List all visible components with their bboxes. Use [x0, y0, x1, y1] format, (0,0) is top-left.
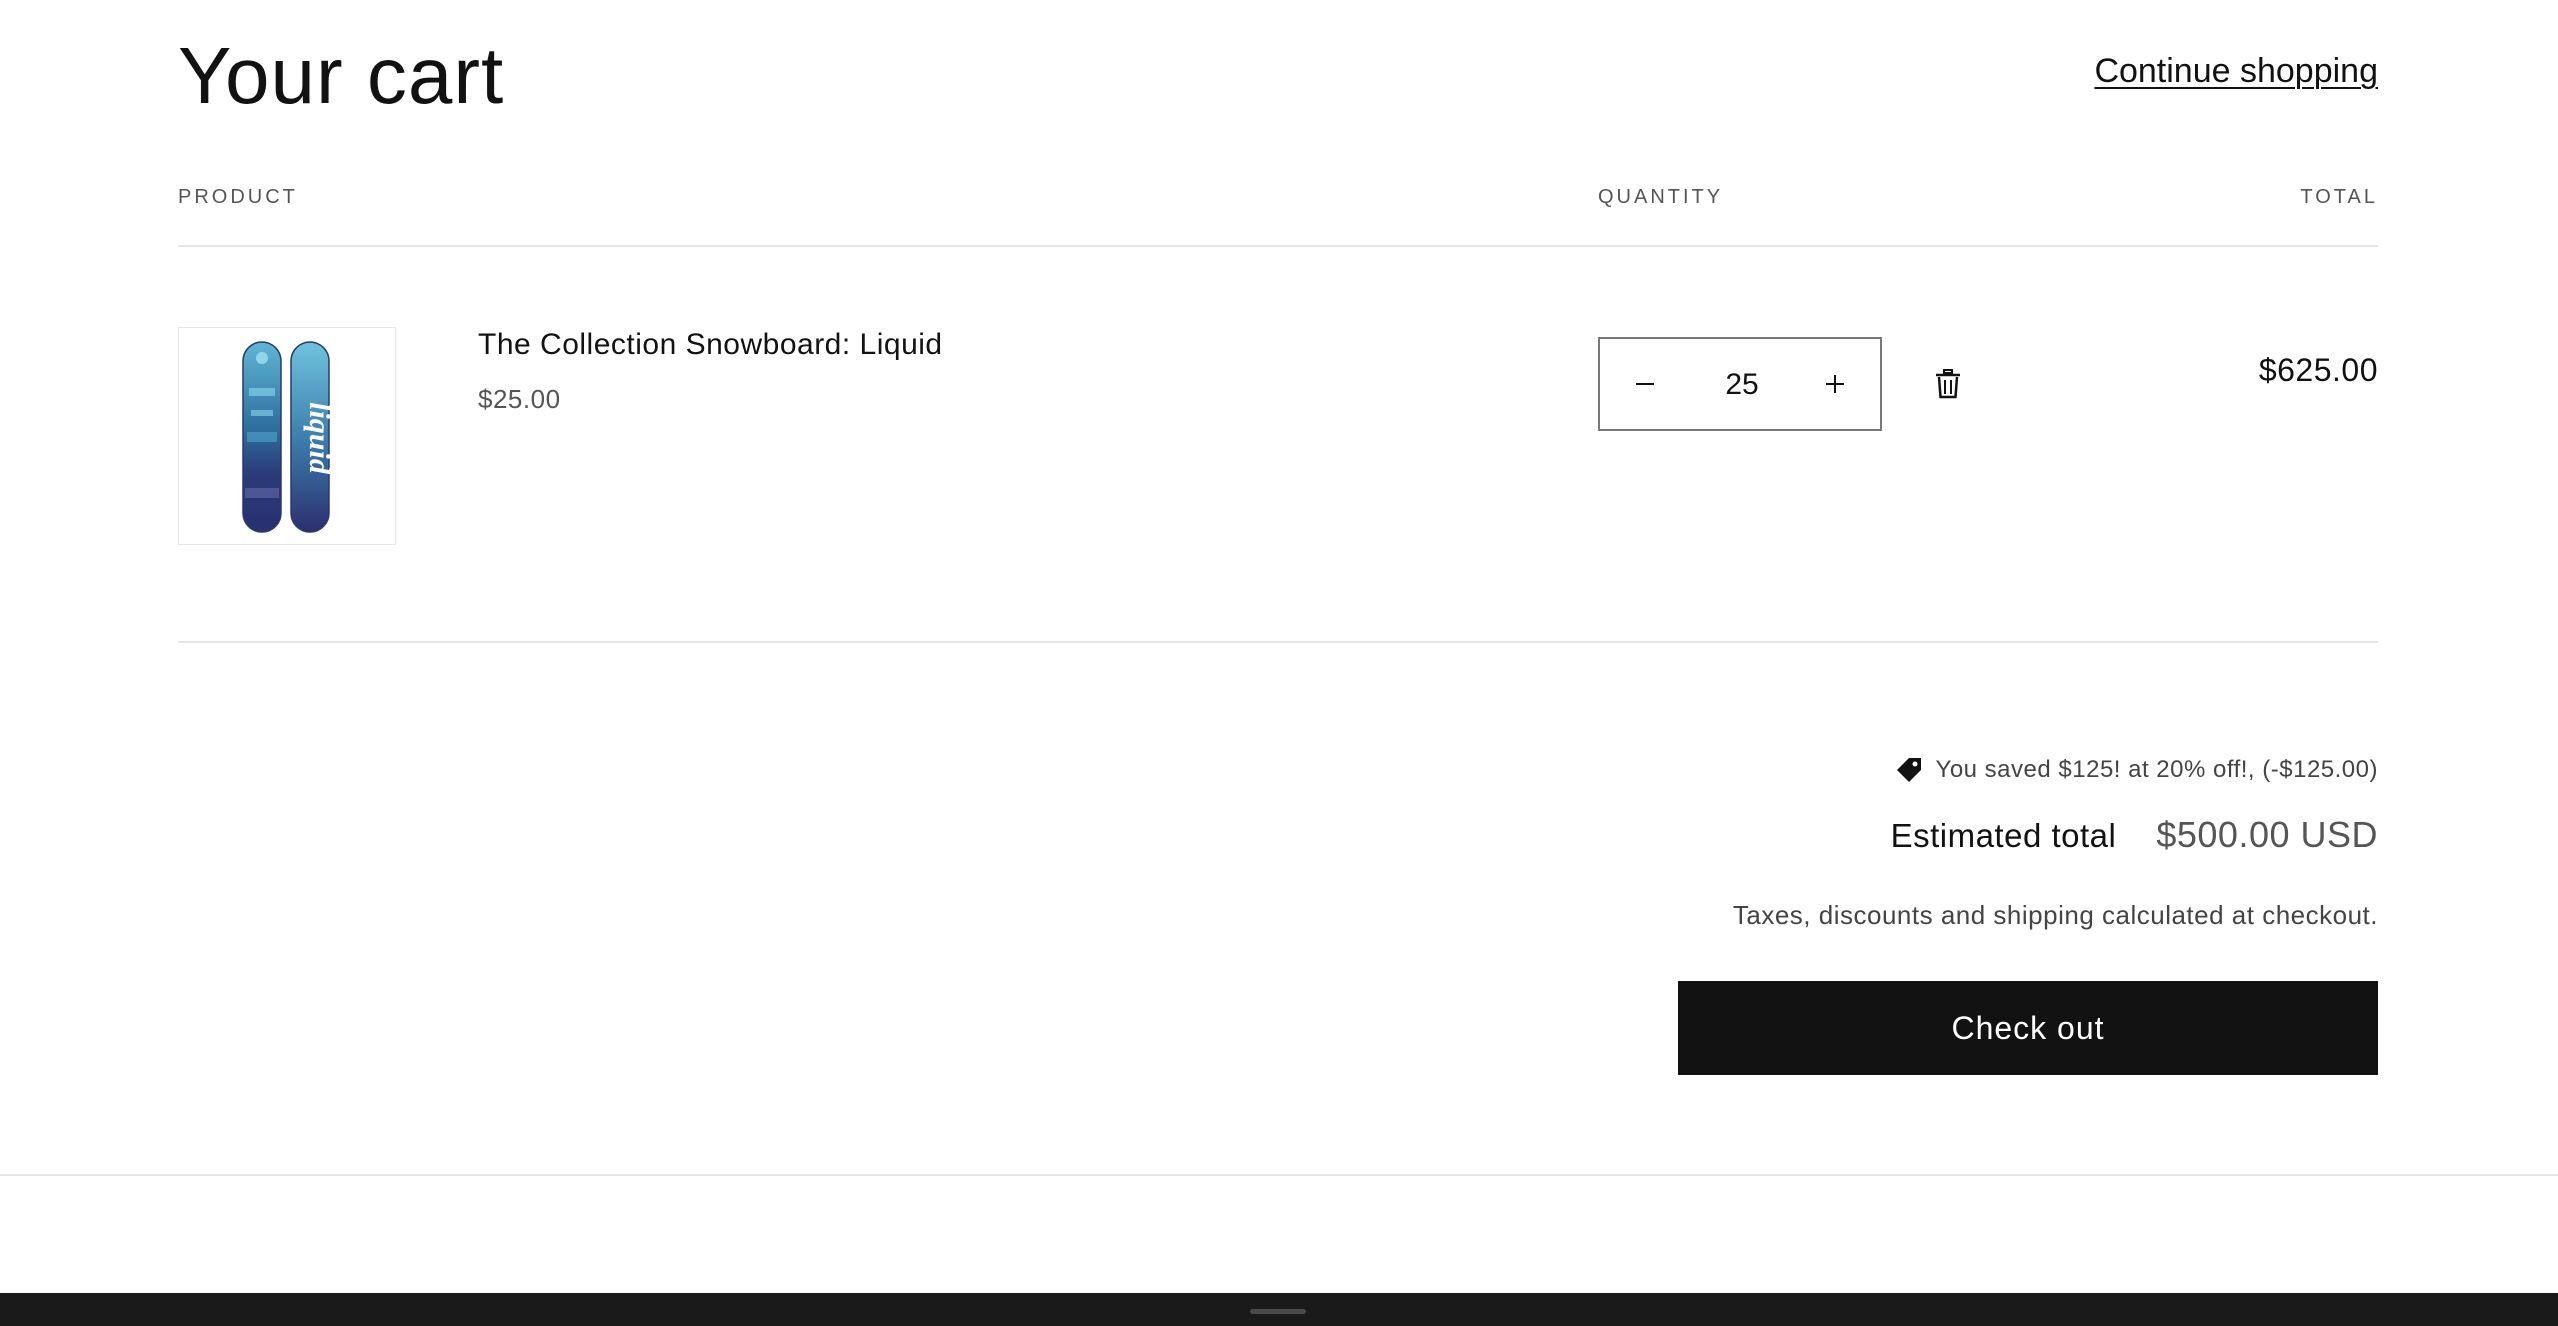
checkout-button[interactable]: Check out	[1678, 981, 2378, 1075]
quantity-stepper	[1598, 337, 1882, 431]
footer-divider	[0, 1174, 2558, 1176]
quantity-input[interactable]	[1690, 339, 1794, 431]
increase-quantity-button[interactable]	[1790, 339, 1880, 429]
estimated-total-value: $500.00 USD	[2156, 814, 2378, 855]
discount-notice: You saved $125! at 20% off!, (-$125.00)	[1896, 756, 2378, 784]
column-heading-quantity: QUANTITY	[1598, 186, 1724, 208]
product-thumbnail[interactable]: liquid	[178, 327, 396, 545]
board-logo-text: liquid	[303, 402, 336, 475]
line-total-price: $625.00	[2258, 352, 2378, 388]
tag-icon	[1896, 758, 1921, 782]
remove-item-button[interactable]	[1926, 362, 1970, 406]
drag-handle[interactable]	[1250, 1309, 1306, 1314]
footer-bar	[0, 1293, 2558, 1326]
estimated-total-label: Estimated total	[1890, 817, 2117, 854]
table-divider	[178, 245, 2378, 247]
cart-table: PRODUCT QUANTITY TOTAL liquid The Collec…	[178, 0, 2378, 1100]
table-divider	[178, 641, 2378, 643]
trash-icon	[1936, 369, 1960, 399]
tax-note: Taxes, discounts and shipping calculated…	[1732, 900, 2378, 930]
column-heading-total: TOTAL	[2300, 186, 2378, 208]
plus-icon	[1826, 375, 1844, 393]
snowboard-image: liquid	[242, 341, 336, 533]
product-name-link[interactable]: The Collection Snowboard: Liquid	[478, 328, 943, 362]
estimated-total: Estimated total $500.00 USD	[1891, 814, 2378, 856]
column-heading-product: PRODUCT	[178, 186, 298, 208]
cart-page: Your cart Continue shopping PRODUCT QUAN…	[0, 0, 2558, 1326]
minus-icon	[1636, 383, 1654, 385]
decrease-quantity-button[interactable]	[1600, 339, 1690, 429]
product-unit-price: $25.00	[478, 384, 561, 414]
discount-text: You saved $125! at 20% off!, (-$125.00)	[1935, 756, 2378, 783]
